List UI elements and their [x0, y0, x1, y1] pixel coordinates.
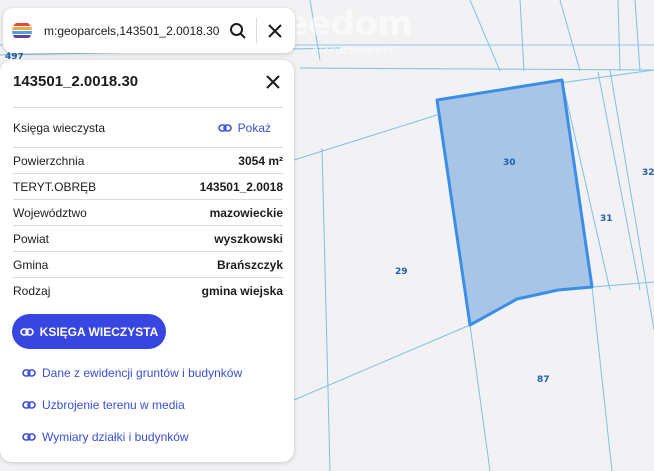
row-gmina: Gmina Brańszczyk — [13, 252, 283, 278]
panel-title: 143501_2.0018.30 — [13, 73, 139, 90]
parcel-label-32: 32 — [642, 168, 654, 178]
row-value: mazowieckie — [209, 205, 283, 220]
link-icon — [22, 368, 36, 378]
row-label: Rodzaj — [13, 284, 51, 298]
row-powierzchnia: Powierzchnia 3054 m² — [13, 148, 283, 174]
row-label: TERYT.OBRĘB — [13, 179, 97, 194]
link-label: Wymiary działki i budynków — [42, 430, 189, 444]
link-icon — [217, 123, 232, 132]
pokaz-link[interactable]: Pokaż — [217, 120, 271, 135]
parcel-label-29: 29 — [395, 267, 408, 277]
link-label: Dane z ewidencji gruntów i budynków — [42, 366, 243, 380]
row-powiat: Powiat wyszkowski — [13, 226, 283, 252]
ksiega-wieczysta-button-label: KSIĘGA WIECZYSTA — [39, 324, 159, 339]
search-icon[interactable] — [226, 19, 250, 43]
panel-close-icon[interactable] — [261, 70, 285, 94]
row-label: Powiat — [13, 231, 50, 246]
row-label: Województwo — [13, 205, 87, 220]
ksiega-wieczysta-button[interactable]: KSIĘGA WIECZYSTA — [12, 314, 166, 349]
link-icon — [22, 400, 36, 410]
pokaz-label: Pokaż — [237, 120, 271, 135]
parcel-label-30: 30 — [503, 158, 516, 168]
parcel-info-panel: 143501_2.0018.30 Księga wieczysta Pokaż … — [0, 60, 294, 462]
row-label: Gmina — [13, 257, 49, 272]
row-value: Brańszczyk — [216, 257, 283, 272]
row-wojewodztwo: Województwo mazowieckie — [13, 200, 283, 226]
close-icon[interactable] — [263, 19, 287, 43]
row-teryt-obreb: TERYT.OBRĘB 143501_2.0018 — [13, 174, 283, 200]
link-wymiary-dzialki[interactable]: Wymiary działki i budynków — [22, 430, 189, 444]
row-value: wyszkowski — [214, 231, 283, 246]
watermark-tagline: nieruchomości — [312, 44, 399, 57]
link-icon — [19, 327, 34, 337]
link-uzbrojenie-terenu[interactable]: Uzbrojenie terenu w media — [22, 398, 185, 412]
search-divider — [256, 17, 257, 44]
link-icon — [22, 432, 36, 442]
search-input[interactable]: m:geoparcels,143501_2.0018.30 — [44, 24, 226, 38]
parcel-label-87: 87 — [537, 375, 550, 385]
link-label: Uzbrojenie terenu w media — [42, 398, 185, 412]
row-value: 143501_2.0018 — [199, 179, 283, 194]
search-bar: m:geoparcels,143501_2.0018.30 — [3, 8, 295, 53]
row-ksiega-wieczysta: Księga wieczysta Pokaż — [13, 107, 283, 148]
parcel-label-31: 31 — [600, 214, 613, 224]
row-value: 3054 m² — [238, 153, 283, 168]
row-label: Księga wieczysta — [13, 120, 106, 135]
link-dane-ewidencji[interactable]: Dane z ewidencji gruntów i budynków — [22, 366, 242, 380]
row-value: gmina wiejska — [201, 284, 283, 298]
row-label: Powierzchnia — [13, 153, 85, 168]
app-logo-icon[interactable] — [12, 20, 32, 41]
parcel-attributes: Księga wieczysta Pokaż Powierzchnia 3054… — [13, 107, 283, 304]
row-rodzaj: Rodzaj gmina wiejska — [13, 278, 283, 304]
